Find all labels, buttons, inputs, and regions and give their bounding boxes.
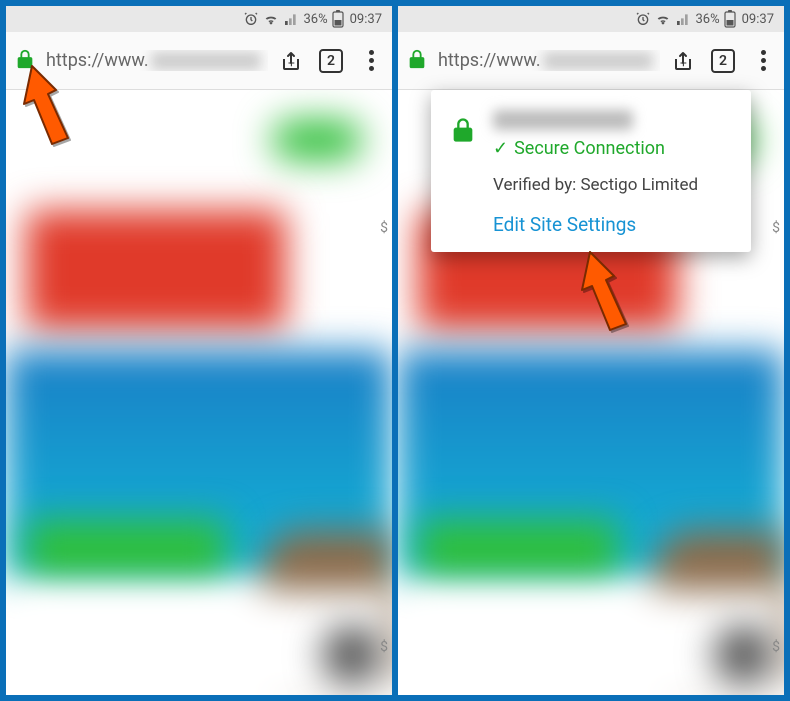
status-bar: 36% 09:37 xyxy=(6,6,392,32)
tabs-icon[interactable]: 2 xyxy=(710,48,736,74)
signal-icon xyxy=(675,11,691,27)
share-icon[interactable]: + xyxy=(278,48,304,74)
battery-icon xyxy=(724,10,736,28)
comparison-container: 36% 09:37 https://www. + 2 xyxy=(6,6,784,695)
alarm-icon xyxy=(635,11,651,27)
more-icon[interactable] xyxy=(750,48,776,74)
tabs-icon[interactable]: 2 xyxy=(318,48,344,74)
url-redacted xyxy=(543,52,653,70)
status-icons: 36% 09:37 xyxy=(243,10,382,28)
url-text[interactable]: https://www. xyxy=(438,50,660,71)
wifi-icon xyxy=(655,11,671,27)
wifi-icon xyxy=(263,11,279,27)
secure-label: Secure Connection xyxy=(514,138,665,159)
site-name-redacted xyxy=(493,110,633,130)
status-bar: 36% 09:37 xyxy=(398,6,784,32)
alarm-icon xyxy=(243,11,259,27)
svg-text:+: + xyxy=(288,56,295,70)
decorative-dollar: $ xyxy=(380,639,388,655)
clock: 09:37 xyxy=(350,12,382,27)
status-icons: 36% 09:37 xyxy=(635,10,774,28)
toolbar-actions: + 2 xyxy=(278,48,384,74)
page-content-blurred: $ $ xyxy=(6,90,392,695)
battery-percent: 36% xyxy=(303,12,327,27)
more-icon[interactable] xyxy=(358,48,384,74)
edit-site-settings-link[interactable]: Edit Site Settings xyxy=(493,213,733,236)
url-prefix: https://www. xyxy=(438,50,541,71)
url-bar[interactable]: https://www. + 2 xyxy=(398,32,784,90)
tab-count: 2 xyxy=(719,53,727,69)
share-icon[interactable]: + xyxy=(670,48,696,74)
lock-icon[interactable] xyxy=(406,47,428,75)
tab-count: 2 xyxy=(327,53,335,69)
annotation-arrow xyxy=(12,60,82,150)
secure-connection-line: ✓ Secure Connection xyxy=(493,138,665,159)
svg-text:+: + xyxy=(680,56,687,70)
phone-left: 36% 09:37 https://www. + 2 xyxy=(6,6,392,695)
battery-percent: 36% xyxy=(695,12,719,27)
phone-right: 36% 09:37 https://www. + 2 xyxy=(398,6,784,695)
toolbar-actions: + 2 xyxy=(670,48,776,74)
site-info-popup: ✓ Secure Connection Verified by: Sectigo… xyxy=(431,90,751,252)
check-icon: ✓ xyxy=(493,138,508,159)
battery-icon xyxy=(332,10,344,28)
decorative-dollar: $ xyxy=(772,220,780,236)
decorative-dollar: $ xyxy=(380,220,388,236)
clock: 09:37 xyxy=(742,12,774,27)
url-redacted xyxy=(151,52,261,70)
annotation-arrow xyxy=(570,246,640,336)
decorative-dollar: $ xyxy=(772,639,780,655)
signal-icon xyxy=(283,11,299,27)
verified-by: Verified by: Sectigo Limited xyxy=(493,175,733,195)
lock-icon xyxy=(449,114,477,150)
